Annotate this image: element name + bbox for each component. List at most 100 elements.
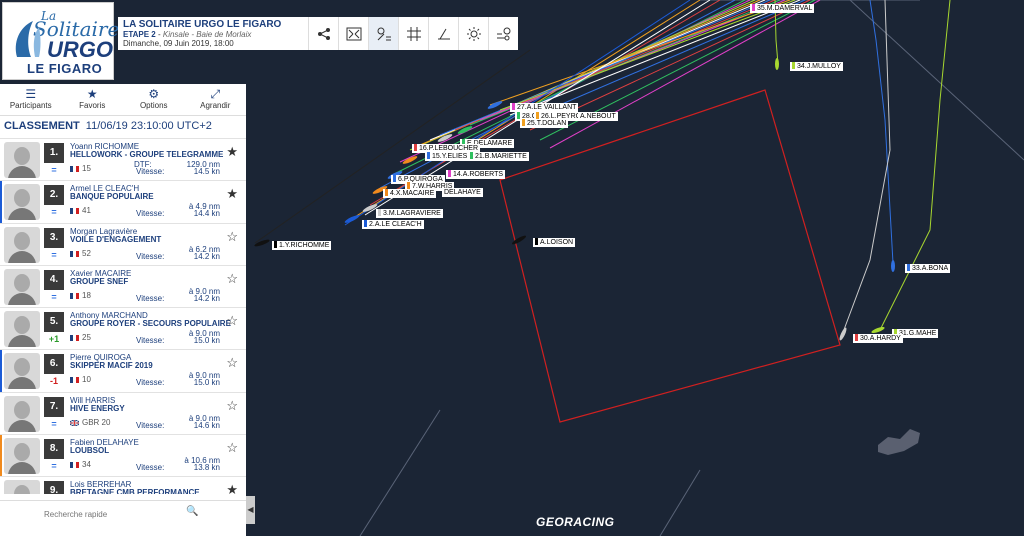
tab-options[interactable]: ⚙ Options xyxy=(123,84,185,115)
boat-label[interactable]: 35.M.DAMERVAL xyxy=(750,4,815,13)
participant-row[interactable]: 6. -1 Pierre QUIROGA SKIPPER MACIF 2019 10 Vi… xyxy=(0,349,246,392)
sail-number: 18 xyxy=(82,290,91,300)
boat-label[interactable]: 33.A.BONA xyxy=(905,264,951,273)
rank-delta: = xyxy=(51,207,57,218)
race-header: LA SOLITAIRE URGO LE FIGARO ETAPE 2 - Ki… xyxy=(118,17,308,50)
favorite-star-icon[interactable]: ☆ xyxy=(226,313,238,329)
boat-label[interactable]: A.NEBOUT xyxy=(578,112,618,121)
participant-row[interactable]: 4. = Xavier MACAIRE GROUPE SNEF 18 Vitesse: à … xyxy=(0,264,246,307)
map-line xyxy=(359,409,441,536)
participant-row[interactable]: 7. = Will HARRIS HIVE ENERGY GBR 20 Vitesse: à… xyxy=(0,391,246,434)
boat-name: LOUBSOL xyxy=(70,446,110,456)
logo-text: LE FIGARO xyxy=(27,61,103,76)
participant-row[interactable]: 5. +1 Anthony MARCHAND GROUPE ROYER - SECOU… xyxy=(0,307,246,349)
sail-number: 25 xyxy=(82,333,91,343)
boat-label[interactable]: 14.A.ROBERTS xyxy=(446,170,506,179)
favorite-star-icon[interactable]: ☆ xyxy=(226,355,238,371)
fullscreen-icon[interactable] xyxy=(338,17,368,50)
speed-label: Vitesse: xyxy=(136,336,165,346)
participant-row[interactable]: 1. = Yoann RICHOMME HELLOWORK - GROUPE TELE… xyxy=(0,138,246,180)
georacing-logo: GEORACING xyxy=(536,515,615,529)
tab-label: Options xyxy=(139,101,168,110)
tab-agrandir[interactable]: ⤢ Agrandir xyxy=(185,84,247,115)
ranking-title: CLASSEMENT xyxy=(4,120,80,132)
boat-label[interactable]: 3.M.LAGRAVIERE xyxy=(376,209,443,218)
tracking-icon[interactable] xyxy=(368,17,398,50)
speed-label: Vitesse: xyxy=(136,378,165,388)
ruler-icon[interactable] xyxy=(428,17,458,50)
skipper-avatar xyxy=(4,226,40,263)
rank-badge: 6. xyxy=(44,354,64,375)
participant-row[interactable]: 2. = Armel LE CLEAC'H BANQUE POPULAIRE 41 Vit… xyxy=(0,180,246,223)
boat-name: GROUPE ROYER - SECOURS POPULAIRE xyxy=(70,319,231,329)
flag-fr-icon xyxy=(70,292,79,299)
share-icon[interactable] xyxy=(308,17,338,50)
favorite-star-icon[interactable]: ★ xyxy=(226,482,238,494)
boat-label[interactable]: 15.Y.ELIES xyxy=(425,152,470,161)
boat-label[interactable]: 34.J.MULLOY xyxy=(790,62,843,71)
speed-value: 14.6 kn xyxy=(193,420,220,430)
rank-delta: = xyxy=(51,418,57,429)
grid-icon[interactable] xyxy=(398,17,428,50)
favorite-star-icon[interactable]: ☆ xyxy=(226,229,238,245)
rank-delta: = xyxy=(51,249,57,260)
participants-list[interactable]: 1. = Yoann RICHOMME HELLOWORK - GROUPE TELE… xyxy=(0,138,246,494)
search-input[interactable] xyxy=(44,506,184,522)
boat-label[interactable]: 2.A.LE CLEAC'H xyxy=(362,220,424,229)
list-icon: ☰ xyxy=(25,87,37,101)
flag-fr-icon xyxy=(70,208,79,215)
favorite-star-icon[interactable]: ☆ xyxy=(226,440,238,456)
tab-participants[interactable]: ☰ Participants xyxy=(0,84,62,115)
boat-label[interactable]: 21.B.MARIETTE xyxy=(468,152,529,161)
restricted-zone xyxy=(499,89,841,423)
participant-row[interactable]: 3. = Morgan Lagravière VOILE D'ENGAGEMENT 52… xyxy=(0,222,246,265)
boat-label[interactable]: 27.A.LE VAILLANT xyxy=(510,103,579,112)
sail-number: 15 xyxy=(82,164,91,173)
favorite-star-icon[interactable]: ☆ xyxy=(226,271,238,287)
rank-delta: +1 xyxy=(48,334,60,345)
sail-logo-icon xyxy=(15,21,41,57)
sail-number: 34 xyxy=(82,460,91,470)
color-stripe xyxy=(0,435,2,477)
sail-number: 52 xyxy=(82,248,91,258)
speed-label: Vitesse: xyxy=(136,251,165,261)
boat-name: BANQUE POPULAIRE xyxy=(70,192,154,202)
boat-name: VOILE D'ENGAGEMENT xyxy=(70,234,162,244)
boat-label[interactable]: DELAHAYE xyxy=(442,188,483,197)
ranking-datetime: 11/06/19 23:10:00 UTC+2 xyxy=(85,120,212,132)
boat-label[interactable]: 4.X.MACAIRE xyxy=(383,189,437,198)
rank-delta: = xyxy=(51,165,57,175)
participant-row[interactable]: 8. = Fabien DELAHAYE LOUBSOL 34 Vitesse: à 10.… xyxy=(0,434,246,477)
flag-fr-icon xyxy=(70,166,79,172)
expand-icon: ⤢ xyxy=(210,87,221,101)
race-logo: La Solitaire URGO LE FIGARO xyxy=(2,2,119,80)
boat-label[interactable]: 30.A.HARDY xyxy=(853,334,903,343)
tab-label: Favoris xyxy=(79,101,106,110)
color-stripe xyxy=(0,224,2,265)
rank-delta: = xyxy=(51,291,57,302)
rank-badge: 9. xyxy=(44,481,64,494)
favorite-star-icon[interactable]: ☆ xyxy=(226,398,238,414)
flag-fr-icon xyxy=(70,462,79,469)
speed-value: 14.4 kn xyxy=(193,209,220,219)
rank-badge: 8. xyxy=(44,439,64,460)
boat-label[interactable]: 25.T.DOLAN xyxy=(520,119,569,128)
settings-icon[interactable] xyxy=(488,17,518,50)
tab-label: Participants xyxy=(9,101,52,110)
speed-label: Vitesse: xyxy=(136,167,165,176)
skipper-avatar xyxy=(4,480,40,494)
rank-badge: 5. xyxy=(44,312,64,333)
tab-favoris[interactable]: ★ Favoris xyxy=(62,84,124,115)
flag-fr-icon xyxy=(70,250,79,257)
favorite-star-icon[interactable]: ★ xyxy=(226,186,238,202)
sun-icon[interactable] xyxy=(458,17,488,50)
participant-row[interactable]: 9. Lois BERREHAR BRETAGNE CMB PERFORMANCE ★ xyxy=(0,476,246,494)
flag-fr-icon xyxy=(70,335,79,342)
boat-label[interactable]: A.LOISON xyxy=(533,238,576,247)
collapse-sidebar-button[interactable]: ◀ xyxy=(246,496,255,524)
favorite-star-icon[interactable]: ★ xyxy=(226,144,238,160)
boat-label[interactable]: 1.Y.RICHOMME xyxy=(272,241,332,250)
color-stripe xyxy=(0,393,2,434)
search-icon[interactable]: 🔍 xyxy=(186,506,198,517)
boat-markers xyxy=(254,58,895,341)
